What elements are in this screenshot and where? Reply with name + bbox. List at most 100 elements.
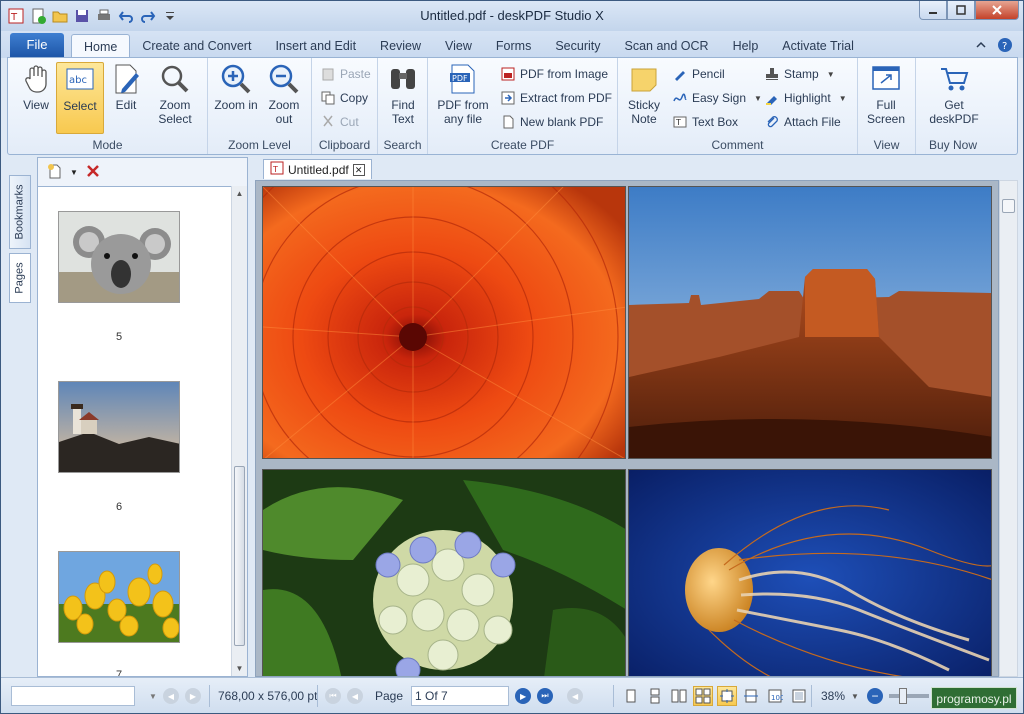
tab-forms[interactable]: Forms	[484, 34, 543, 58]
page-label: Page	[375, 689, 404, 703]
document-view[interactable]	[255, 180, 999, 677]
zoom-slider[interactable]	[889, 688, 929, 704]
easy-sign-button[interactable]: Easy Sign ▼	[672, 88, 762, 108]
watermark-badge: programosy.pl	[931, 687, 1017, 709]
tab-pages[interactable]: Pages	[9, 253, 31, 303]
group-zoom-level: Zoom in Zoom out Zoom Level	[208, 58, 312, 154]
page-thumbnail-5[interactable]	[58, 211, 180, 303]
minimize-button[interactable]	[919, 1, 947, 20]
attach-file-button[interactable]: Attach File	[764, 112, 841, 132]
edit-mode-button[interactable]: Edit	[102, 62, 150, 134]
document-scrollbar-thumb[interactable]	[1002, 199, 1015, 213]
forward-icon[interactable]: ▶	[185, 688, 201, 704]
status-search-input[interactable]	[11, 686, 135, 706]
select-mode-button[interactable]: abc Select	[56, 62, 104, 134]
tab-create-and-convert[interactable]: Create and Convert	[130, 34, 263, 58]
tab-bookmarks-label: Bookmarks	[14, 184, 26, 240]
sticky-note-icon	[627, 62, 661, 96]
insert-page-icon[interactable]	[46, 163, 62, 182]
highlighter-icon	[764, 90, 780, 106]
new-blank-pdf-button[interactable]: New blank PDF	[500, 112, 603, 132]
single-page-icon[interactable]	[621, 686, 641, 706]
highlight-dropdown-icon[interactable]: ▼	[839, 94, 847, 103]
file-tab[interactable]: File	[10, 33, 64, 57]
status-divider	[317, 685, 318, 707]
extract-from-pdf-button[interactable]: Extract from PDF	[500, 88, 612, 108]
highlight-button[interactable]: Highlight ▼	[764, 88, 847, 108]
tab-security[interactable]: Security	[543, 34, 612, 58]
maximize-button[interactable]	[947, 1, 975, 20]
help-icon[interactable]: ?	[997, 37, 1013, 56]
zoom-dropdown-icon[interactable]: ▼	[851, 678, 859, 714]
copy-button[interactable]: Copy	[320, 88, 368, 108]
facing-pages-icon[interactable]	[669, 686, 689, 706]
actual-size-icon[interactable]: 100	[765, 686, 785, 706]
paste-button[interactable]: Paste	[320, 64, 371, 84]
page-number-input[interactable]: 1 Of 7	[411, 686, 510, 706]
pdf-from-image-button[interactable]: PDF from Image	[500, 64, 608, 84]
cut-button[interactable]: Cut	[320, 112, 359, 132]
group-clipboard: Paste Copy Cut Clipboard	[312, 58, 378, 154]
pdf-from-image-label: PDF from Image	[520, 67, 609, 81]
ribbon-tab-row: File Home Create and Convert Insert and …	[1, 31, 1023, 58]
previous-page-icon[interactable]: ◀	[347, 688, 363, 704]
page-thumbnail-7[interactable]	[58, 551, 180, 643]
scroll-up-icon[interactable]: ▲	[232, 186, 247, 201]
scissors-icon	[320, 114, 336, 130]
collapse-ribbon-icon[interactable]	[975, 39, 987, 54]
zoom-slider-thumb[interactable]	[899, 688, 907, 704]
zoom-select-button[interactable]: Zoom Select	[150, 62, 200, 134]
tab-insert-and-edit[interactable]: Insert and Edit	[263, 34, 368, 58]
stamp-dropdown-icon[interactable]: ▼	[827, 70, 835, 79]
close-button[interactable]	[975, 1, 1019, 20]
scroll-down-icon[interactable]: ▼	[232, 661, 247, 676]
full-screen-button[interactable]: Full Screen	[862, 62, 910, 134]
fit-visible-icon[interactable]	[789, 686, 809, 706]
fit-width-icon[interactable]	[741, 686, 761, 706]
go-back-view-icon[interactable]: ◀	[567, 688, 584, 704]
pencil-button[interactable]: Pencil	[672, 64, 725, 84]
page-thumbnail-6[interactable]	[58, 381, 180, 473]
page-number-value: 1 Of 7	[415, 689, 448, 703]
page-number-7: 7	[115, 669, 123, 676]
page-image-jellyfish	[628, 469, 992, 676]
edit-mode-label: Edit	[115, 98, 137, 112]
tab-review[interactable]: Review	[368, 34, 433, 58]
tab-view[interactable]: View	[433, 34, 484, 58]
find-text-button[interactable]: Find Text	[379, 62, 427, 134]
zoom-out-button[interactable]: Zoom out	[260, 62, 308, 134]
continuous-facing-icon[interactable]	[693, 686, 713, 706]
zoom-out-small-icon[interactable]: −	[867, 688, 883, 704]
zoom-in-button[interactable]: Zoom in	[212, 62, 260, 134]
tab-pages-label: Pages	[14, 262, 27, 294]
easy-sign-dropdown-icon[interactable]: ▼	[754, 94, 762, 103]
delete-page-icon[interactable]	[86, 164, 100, 181]
next-page-icon[interactable]: ▶	[515, 688, 532, 704]
stamp-button[interactable]: Stamp ▼	[764, 64, 835, 84]
text-box-button[interactable]: T Text Box	[672, 112, 738, 132]
document-tab[interactable]: T Untitled.pdf ✕	[263, 159, 372, 179]
status-divider	[209, 685, 210, 707]
tab-help[interactable]: Help	[721, 34, 771, 58]
scrollbar-thumb[interactable]	[234, 466, 245, 646]
continuous-page-icon[interactable]	[645, 686, 665, 706]
insert-page-dropdown-icon[interactable]: ▼	[70, 168, 78, 177]
tab-home[interactable]: Home	[71, 34, 131, 58]
tab-scan-and-ocr[interactable]: Scan and OCR	[613, 34, 721, 58]
document-scrollbar[interactable]	[999, 180, 1018, 677]
back-icon[interactable]: ◀	[163, 688, 179, 704]
last-page-icon[interactable]: ⏭	[537, 688, 554, 704]
pdf-file-icon: T	[270, 161, 284, 178]
status-search-dropdown-icon[interactable]: ▼	[149, 692, 157, 701]
pdf-from-any-file-button[interactable]: PDF PDF from any file	[432, 62, 494, 134]
tab-activate-trial[interactable]: Activate Trial	[770, 34, 866, 58]
tab-bookmarks[interactable]: Bookmarks	[9, 175, 31, 249]
get-deskpdf-button[interactable]: Get deskPDF	[928, 62, 980, 134]
view-mode-button[interactable]: View	[12, 62, 60, 134]
first-page-icon[interactable]: ⏮	[325, 688, 341, 704]
status-separator-2	[317, 678, 318, 714]
sticky-note-button[interactable]: Sticky Note	[620, 62, 668, 134]
close-document-icon[interactable]: ✕	[352, 163, 365, 176]
fit-page-icon[interactable]	[717, 686, 737, 706]
thumbnails-scrollbar[interactable]: ▲ ▼	[231, 186, 247, 676]
